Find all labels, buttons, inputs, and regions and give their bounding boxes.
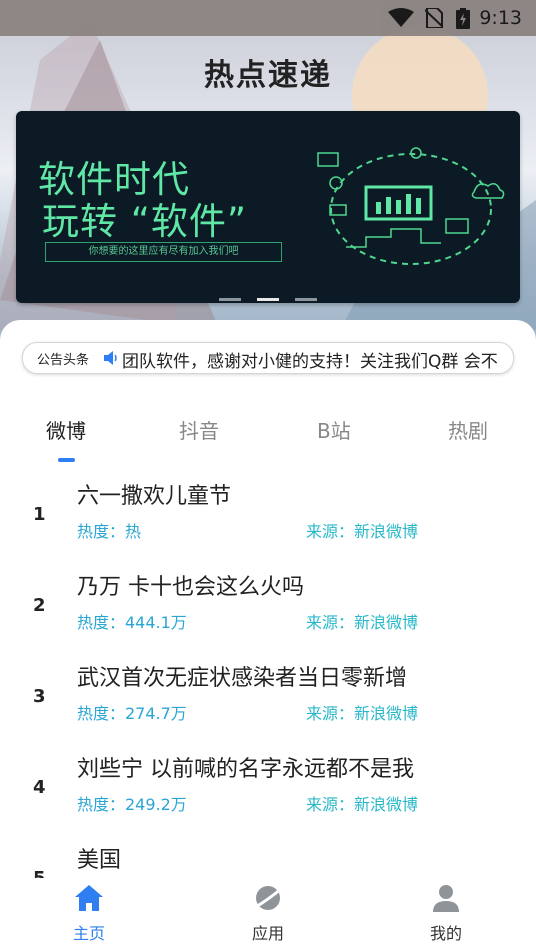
- rank-number: 2: [33, 595, 46, 616]
- status-bar: 9:13: [0, 0, 536, 36]
- tab-douyin[interactable]: 抖音: [179, 415, 219, 444]
- banner-tagline: 你想要的这里应有尽有加入我们吧: [45, 242, 282, 262]
- home-icon: [75, 885, 103, 911]
- pagination-dot-active[interactable]: [257, 298, 279, 301]
- wifi-icon: [388, 8, 414, 27]
- page-title: 热点速递: [204, 58, 332, 93]
- item-title: 美国: [77, 848, 122, 873]
- item-heat: 热度：274.7万: [77, 704, 187, 723]
- list-item[interactable]: 2 乃万 卡十也会这么火吗 热度：444.1万 来源：新浪微博: [0, 565, 536, 656]
- hot-list: 1 六一撒欢儿童节 热度：热 来源：新浪微博 2 乃万 卡十也会这么火吗 热度：…: [0, 470, 536, 878]
- no-sim-icon: [425, 8, 443, 28]
- planet-icon: [253, 886, 283, 910]
- nav-mine-label: 我的: [429, 924, 462, 943]
- item-title: 六一撒欢儿童节: [77, 484, 232, 509]
- notice-message: 团队软件，感谢对小健的支持！关注我们Q群 会不: [122, 352, 498, 372]
- rank-number: 3: [33, 686, 46, 707]
- nav-mine[interactable]: 我的: [406, 884, 486, 944]
- tab-weibo[interactable]: 微博: [46, 415, 86, 444]
- speaker-icon: [104, 351, 117, 365]
- item-source: 来源：新浪微博: [306, 704, 419, 723]
- banner-carousel[interactable]: 软件时代 玩转 “软件” 你想要的这里应有尽有加入我们吧: [16, 111, 520, 303]
- pagination-dot[interactable]: [219, 298, 241, 301]
- nav-home-label: 主页: [72, 924, 105, 943]
- tab-indicator: [58, 458, 75, 462]
- list-item[interactable]: 3 武汉首次无症状感染者当日零新增 热度：274.7万 来源：新浪微博: [0, 656, 536, 747]
- banner-headline-2: 玩转 “软件”: [42, 200, 248, 243]
- item-title: 刘些宁 以前喊的名字永远都不是我: [77, 757, 414, 782]
- rank-number: 1: [33, 504, 46, 525]
- item-title: 武汉首次无症状感染者当日零新增: [77, 666, 408, 691]
- tab-drama[interactable]: 热剧: [448, 415, 488, 444]
- rank-number: 4: [33, 777, 46, 798]
- list-item[interactable]: 5 美国: [0, 838, 536, 878]
- category-tabs: 微博 抖音 B站 热剧: [0, 415, 536, 447]
- item-heat: 热度：249.2万: [77, 795, 187, 814]
- list-item[interactable]: 4 刘些宁 以前喊的名字永远都不是我 热度：249.2万 来源：新浪微博: [0, 747, 536, 838]
- item-source: 来源：新浪微博: [306, 522, 419, 541]
- list-item[interactable]: 1 六一撒欢儿童节 热度：热 来源：新浪微博: [0, 474, 536, 565]
- item-source: 来源：新浪微博: [306, 795, 419, 814]
- item-source: 来源：新浪微博: [306, 613, 419, 632]
- status-time: 9:13: [479, 7, 522, 29]
- pagination-dot[interactable]: [295, 298, 317, 301]
- notice-marquee[interactable]: 公告头条 团队软件，感谢对小健的支持！关注我们Q群 会不: [22, 342, 514, 374]
- item-title: 乃万 卡十也会这么火吗: [77, 575, 304, 600]
- battery-charging-icon: [456, 8, 470, 29]
- nav-apps[interactable]: 应用: [228, 884, 308, 944]
- item-heat: 热度：热: [77, 522, 142, 541]
- tech-illustration-icon: [317, 147, 505, 265]
- tab-bilibili[interactable]: B站: [317, 415, 351, 444]
- user-icon: [433, 885, 459, 912]
- notice-tag: 公告头条: [37, 353, 90, 368]
- nav-home[interactable]: 主页: [49, 884, 129, 944]
- nav-apps-label: 应用: [251, 924, 284, 943]
- banner-pagination: [16, 286, 520, 303]
- bottom-nav: 主页 应用 我的: [0, 878, 536, 952]
- rank-number: 5: [33, 868, 46, 878]
- item-heat: 热度：444.1万: [77, 613, 187, 632]
